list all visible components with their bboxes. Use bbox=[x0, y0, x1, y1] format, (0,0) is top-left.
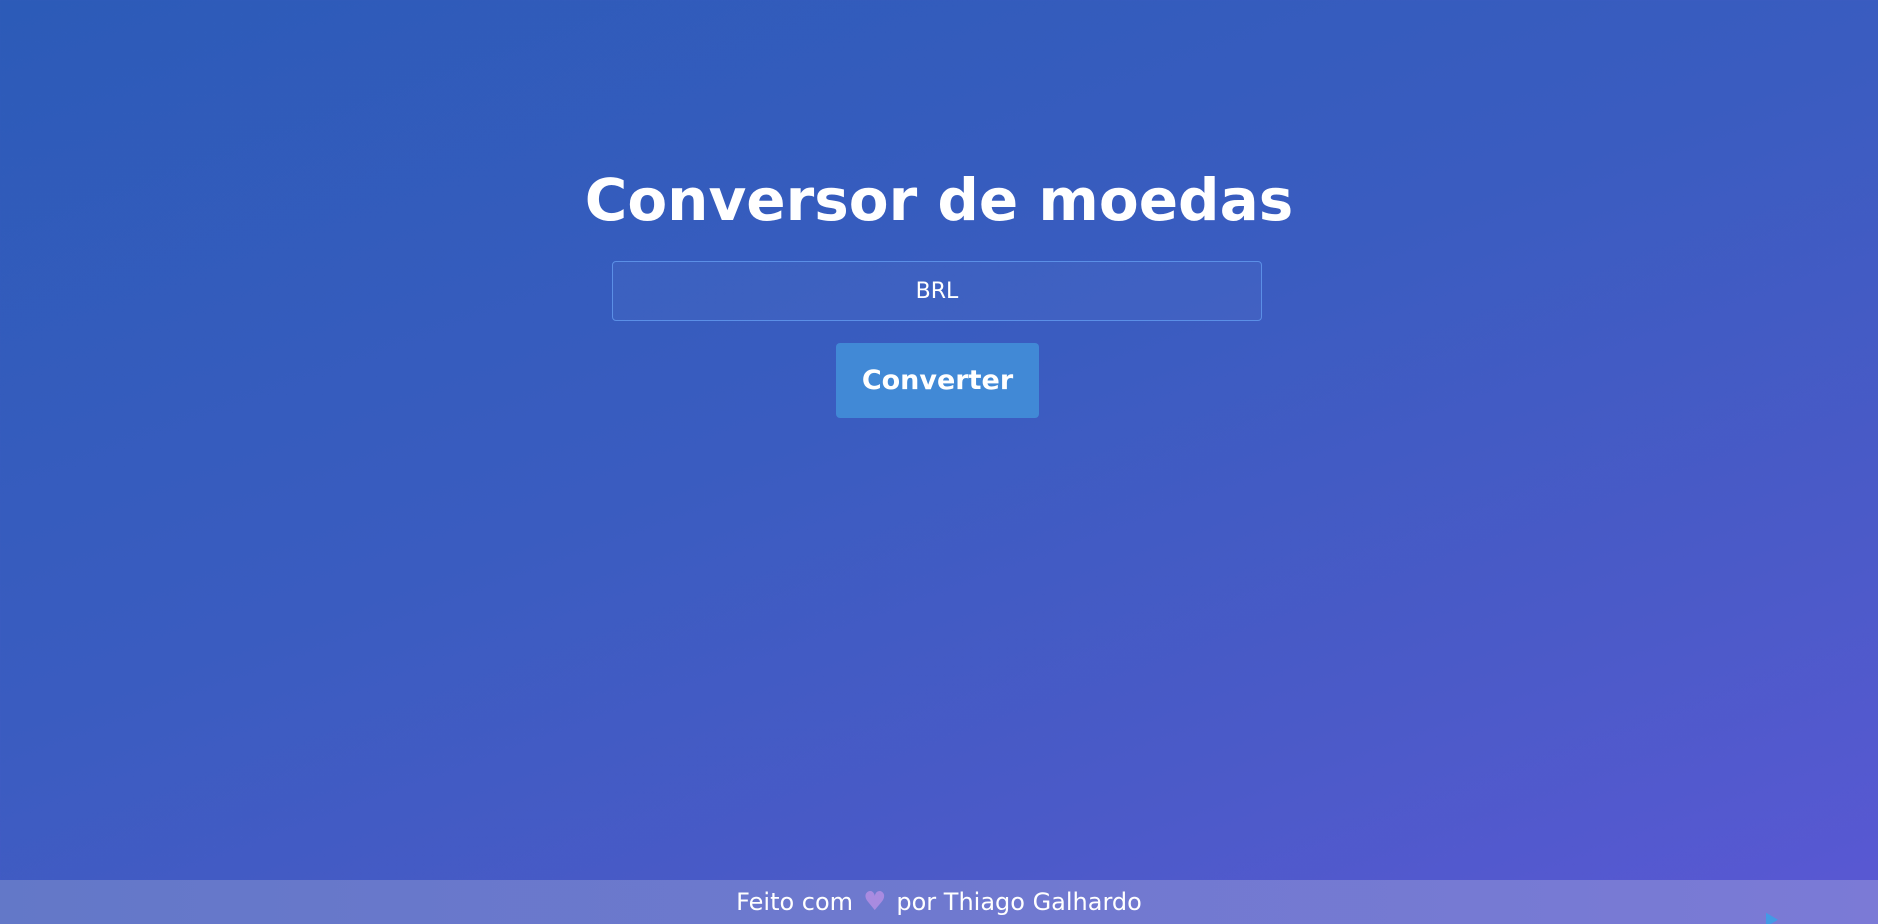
main-content: Conversor de moedas Converter bbox=[0, 0, 1878, 880]
page-title: Conversor de moedas bbox=[584, 166, 1294, 234]
convert-button[interactable]: Converter bbox=[836, 343, 1039, 418]
footer: Feito com ♥ por Thiago Galhardo bbox=[0, 880, 1878, 924]
footer-prefix: Feito com bbox=[736, 888, 854, 916]
footer-suffix: por Thiago Galhardo bbox=[896, 888, 1142, 916]
currency-input[interactable] bbox=[612, 261, 1262, 321]
heart-icon: ♥ bbox=[863, 887, 887, 917]
